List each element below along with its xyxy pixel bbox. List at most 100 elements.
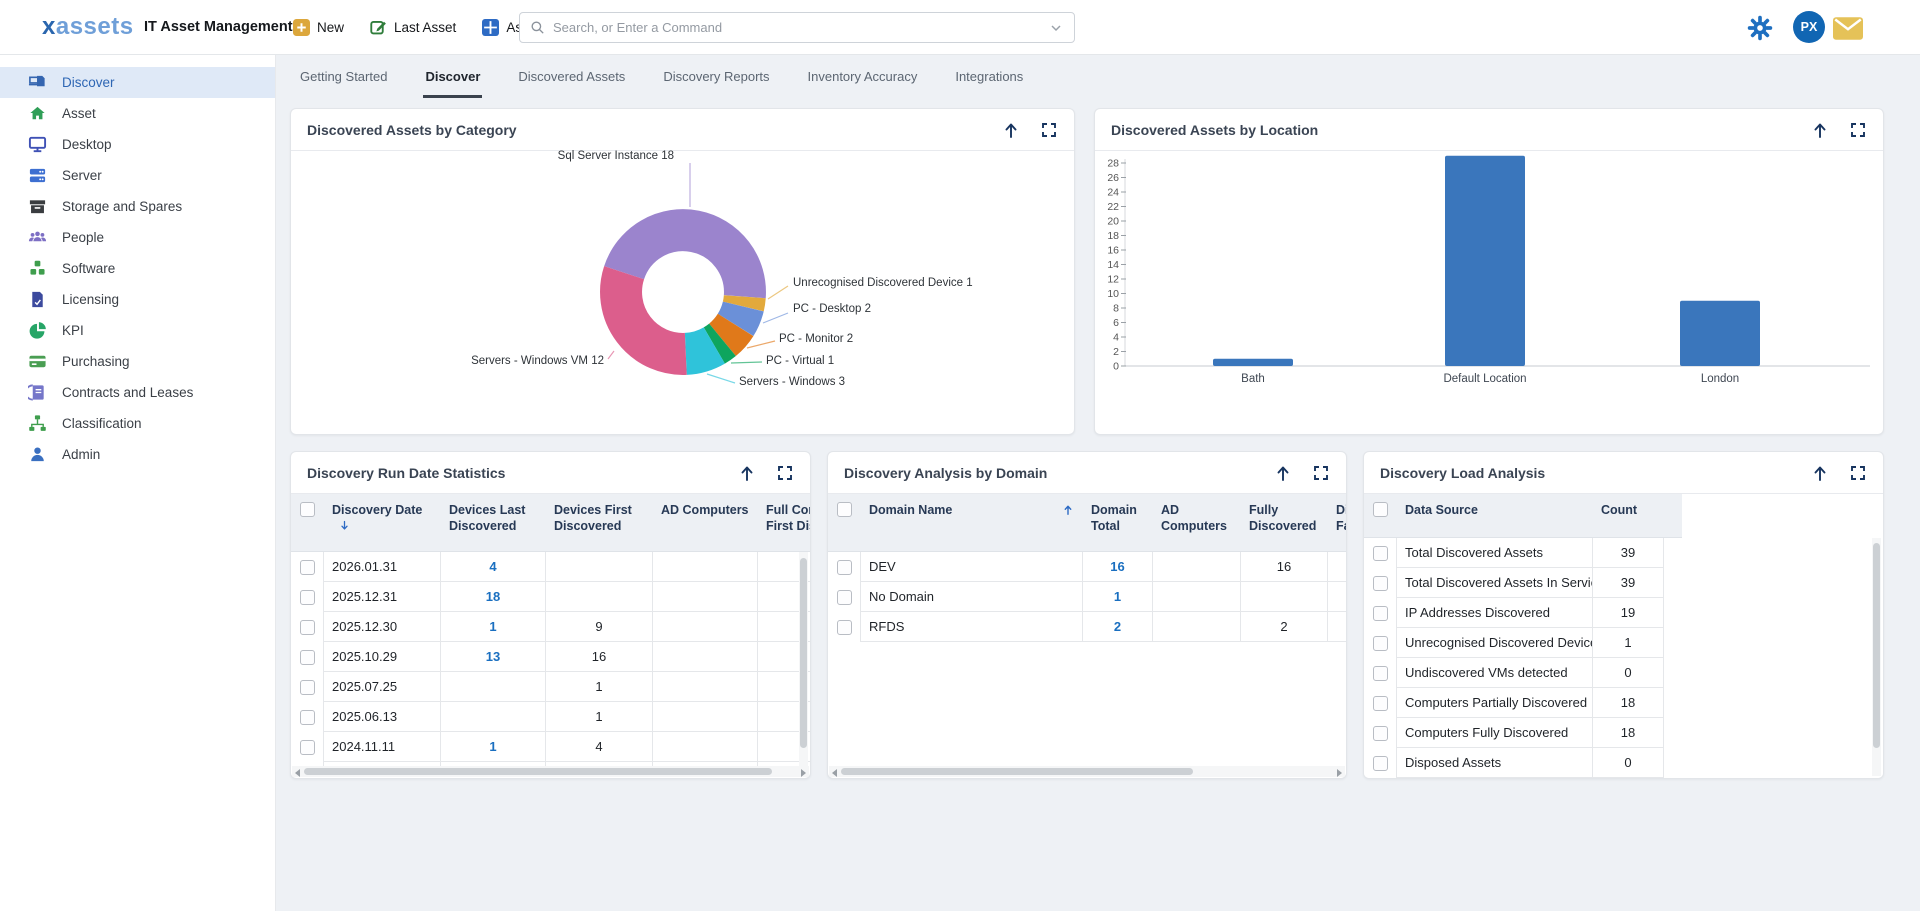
table-row[interactable]: 2025.10.291316 [291,642,810,672]
table-row[interactable]: Disposed Assets0 [1364,748,1664,778]
sidebar-item-discover[interactable]: Discover [0,67,275,98]
bar-bath[interactable] [1213,359,1293,366]
column-header-ad-computers[interactable]: AD Computers [653,494,758,551]
column-header-fully-discovered[interactable]: Fully Discovered [1241,494,1328,551]
column-header-full-computers-first-discovered[interactable]: Full Computers First Discovered [758,494,811,551]
gear-icon[interactable] [1747,15,1773,41]
column-header-devices-first-discovered[interactable]: Devices First Discovered [546,494,653,551]
vertical-scrollbar[interactable] [799,552,808,768]
row-checkbox[interactable] [837,590,852,605]
expand-icon[interactable] [1040,121,1058,139]
header-checkbox[interactable] [837,502,852,517]
table-row[interactable]: 2024.11.1114 [291,732,810,762]
row-checkbox[interactable] [1373,546,1388,561]
row-checkbox[interactable] [1373,756,1388,771]
row-checkbox[interactable] [1373,666,1388,681]
table-row[interactable]: RFDS22 [828,612,1346,642]
search-input[interactable] [545,20,1048,35]
expand-icon[interactable] [1849,464,1867,482]
cell-link[interactable]: 13 [441,642,546,672]
table-row[interactable]: Computers Partially Discovered18 [1364,688,1664,718]
column-header-devices-last-discovered[interactable]: Devices Last Discovered [441,494,546,551]
sidebar-item-people[interactable]: People [0,222,275,253]
arrow-up-icon[interactable] [1811,464,1829,482]
avatar[interactable]: PX [1793,11,1825,43]
table-row[interactable]: 2025.12.3019 [291,612,810,642]
sidebar-item-software[interactable]: Software [0,253,275,284]
row-checkbox[interactable] [300,740,315,755]
sidebar-item-storage-and-spares[interactable]: Storage and Spares [0,191,275,222]
column-header-domain-name[interactable]: Domain Name [861,494,1083,551]
arrow-up-icon[interactable] [738,464,756,482]
mail-icon[interactable] [1833,17,1863,40]
table-row[interactable]: Total Discovered Assets In Service39 [1364,568,1664,598]
donut-segment-pc-virtual[interactable] [714,340,722,346]
chevron-down-icon[interactable] [1048,20,1064,36]
new-button[interactable]: New [293,19,344,36]
tab-inventory-accuracy[interactable]: Inventory Accuracy [808,55,918,98]
row-checkbox[interactable] [1373,696,1388,711]
last-asset-button[interactable]: Last Asset [370,19,456,36]
cell-link[interactable]: 16 [1083,552,1153,582]
table-row[interactable]: No Domain1 [828,582,1346,612]
table-row[interactable]: Total Discovered Assets39 [1364,538,1664,568]
arrow-up-icon[interactable] [1002,121,1020,139]
row-checkbox[interactable] [837,620,852,635]
row-checkbox[interactable] [300,710,315,725]
sidebar-item-purchasing[interactable]: Purchasing [0,346,275,377]
expand-icon[interactable] [776,464,794,482]
xassets-logo[interactable]: xassets [42,13,134,41]
sidebar-item-contracts-and-leases[interactable]: Contracts and Leases [0,377,275,408]
header-checkbox[interactable] [300,502,315,517]
horizontal-scrollbar[interactable] [292,766,809,777]
table-row[interactable]: IP Addresses Discovered19 [1364,598,1664,628]
table-row[interactable]: 2025.12.3118 [291,582,810,612]
cell-link[interactable]: 18 [441,582,546,612]
tab-discovered-assets[interactable]: Discovered Assets [518,55,625,98]
expand-icon[interactable] [1312,464,1330,482]
row-checkbox[interactable] [1373,726,1388,741]
sidebar-item-server[interactable]: Server [0,160,275,191]
row-checkbox[interactable] [1373,576,1388,591]
arrow-up-icon[interactable] [1274,464,1292,482]
tab-getting-started[interactable]: Getting Started [300,55,387,98]
sidebar-item-kpi[interactable]: KPI [0,315,275,346]
table-row[interactable]: 2025.06.131 [291,702,810,732]
donut-segment-unrecognised-discovered-device[interactable] [743,297,745,307]
cell-link[interactable]: 1 [441,732,546,762]
column-header-discovery-failed[interactable]: Discovery Failed [1328,494,1347,551]
table-row[interactable]: 2026.01.314 [291,552,810,582]
table-row[interactable]: Unrecognised Discovered Devices1 [1364,628,1664,658]
cell-link[interactable]: 4 [441,552,546,582]
arrow-up-icon[interactable] [1811,121,1829,139]
sidebar-item-licensing[interactable]: Licensing [0,284,275,315]
bar-london[interactable] [1680,301,1760,366]
table-row[interactable]: Computers Fully Discovered18 [1364,718,1664,748]
table-row[interactable]: DEV1616 [828,552,1346,582]
row-checkbox[interactable] [300,620,315,635]
horizontal-scrollbar[interactable] [829,766,1345,777]
sidebar-item-classification[interactable]: Classification [0,408,275,439]
row-checkbox[interactable] [300,650,315,665]
row-checkbox[interactable] [1373,606,1388,621]
donut-segment-pc-monitor[interactable] [723,325,736,340]
column-header-domain-total[interactable]: Domain Total [1083,494,1153,551]
tab-discover[interactable]: Discover [425,55,480,98]
table-row[interactable]: Undiscovered VMs detected0 [1364,658,1664,688]
tab-integrations[interactable]: Integrations [955,55,1023,98]
column-header-data-source[interactable]: Data Source [1397,494,1593,537]
row-checkbox[interactable] [1373,636,1388,651]
bar-default-location[interactable] [1445,156,1525,366]
command-searchbox[interactable] [519,12,1075,43]
row-checkbox[interactable] [300,680,315,695]
table-row[interactable]: 2025.07.251 [291,672,810,702]
column-header-count[interactable]: Count [1593,494,1664,537]
cell-link[interactable]: 1 [1083,582,1153,612]
header-checkbox[interactable] [1373,502,1388,517]
column-header-discovery-date[interactable]: Discovery Date [324,494,441,551]
donut-segment-servers-windows[interactable] [686,346,715,354]
tab-discovery-reports[interactable]: Discovery Reports [663,55,769,98]
column-header-ad-computers[interactable]: AD Computers [1153,494,1241,551]
donut-segment-servers-windows-vm[interactable] [621,273,686,354]
sidebar-item-admin[interactable]: Admin [0,439,275,470]
